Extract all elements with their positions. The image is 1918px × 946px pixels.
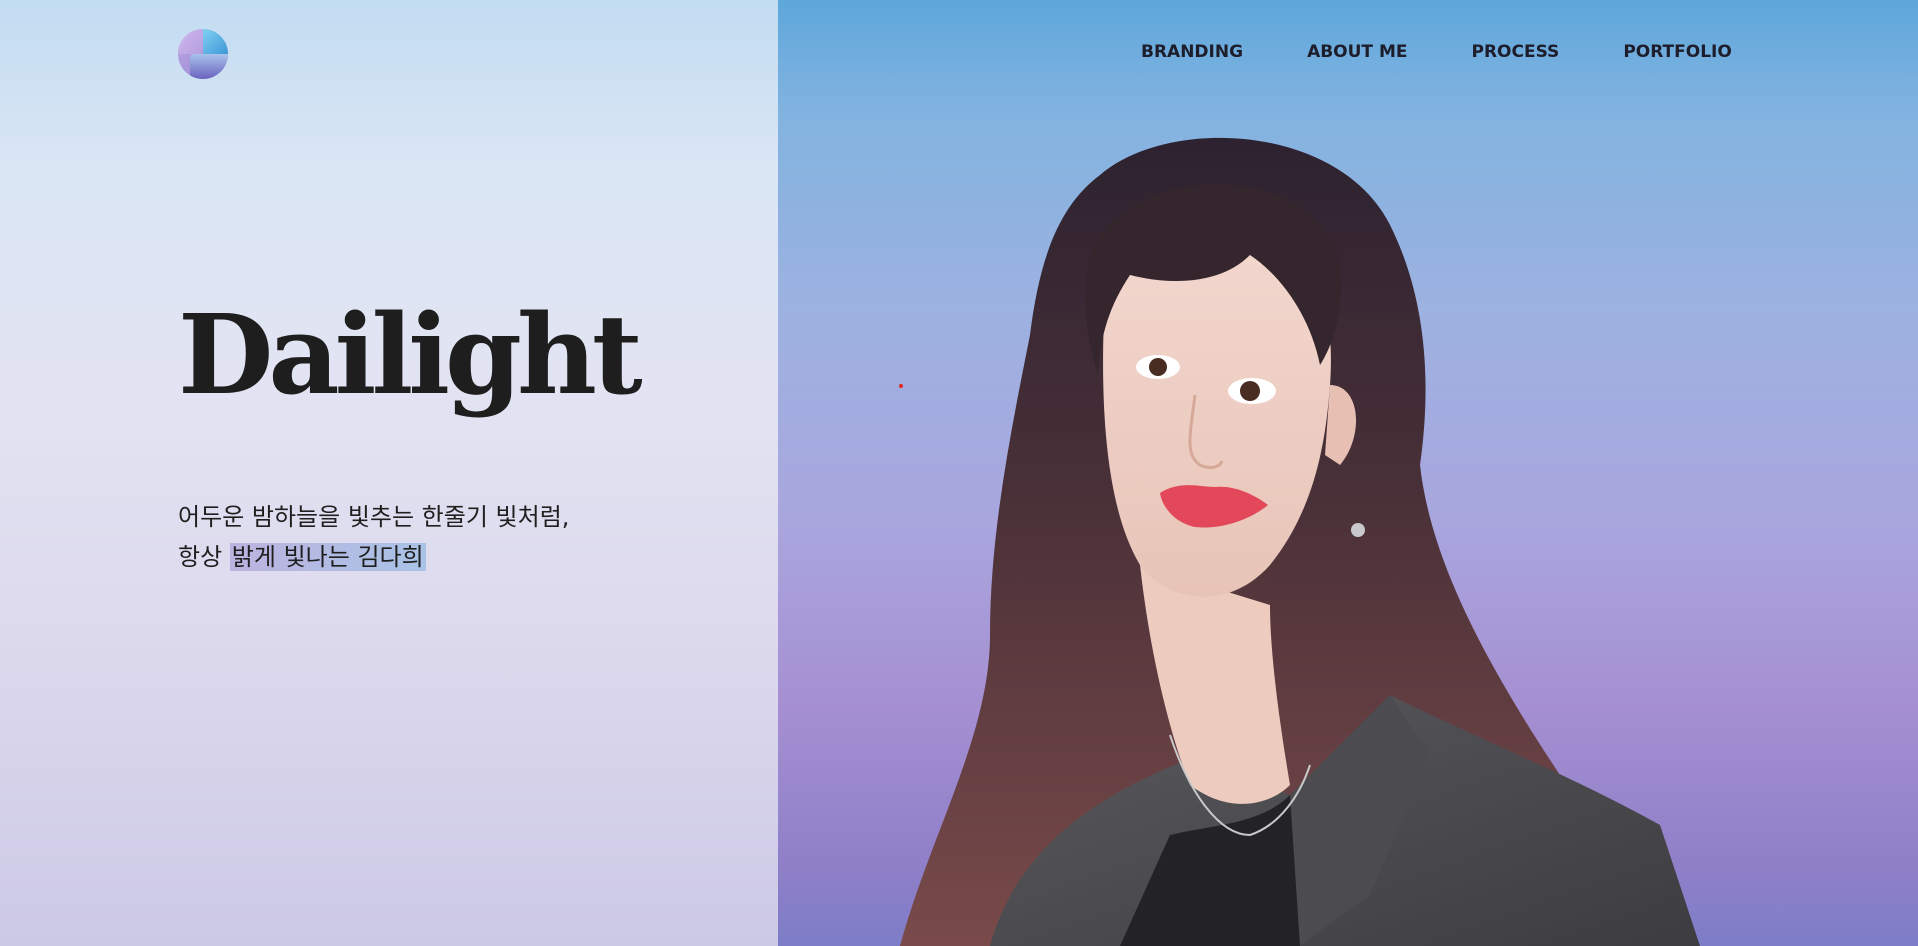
portrait-photo [900, 137, 1700, 946]
nav-item-about-me[interactable]: ABOUT ME [1307, 42, 1407, 62]
hero-page: Dailight 어두운 밤하늘을 빛추는 한줄기 빛처럼, 항상 밝게 빛나는… [0, 0, 1918, 946]
page-title: Dailight [178, 290, 643, 419]
left-panel: Dailight 어두운 밤하늘을 빛추는 한줄기 빛처럼, 항상 밝게 빛나는… [0, 0, 778, 946]
logo-icon[interactable] [178, 29, 228, 79]
main-nav: BRANDING ABOUT ME PROCESS PORTFOLIO [1141, 42, 1732, 62]
tagline-prefix: 항상 [178, 543, 230, 571]
tagline: 어두운 밤하늘을 빛추는 한줄기 빛처럼, 항상 밝게 빛나는 김다희 [178, 497, 569, 577]
nav-item-portfolio[interactable]: PORTFOLIO [1623, 42, 1732, 62]
earring-icon [1351, 523, 1365, 537]
nav-item-branding[interactable]: BRANDING [1141, 42, 1243, 62]
tagline-line-1: 어두운 밤하늘을 빛추는 한줄기 빛처럼, [178, 503, 570, 531]
nav-item-process[interactable]: PROCESS [1471, 42, 1559, 62]
tagline-line-2: 항상 밝게 빛나는 김다희 [178, 537, 569, 577]
tagline-highlight: 밝게 빛나는 김다희 [229, 543, 426, 571]
